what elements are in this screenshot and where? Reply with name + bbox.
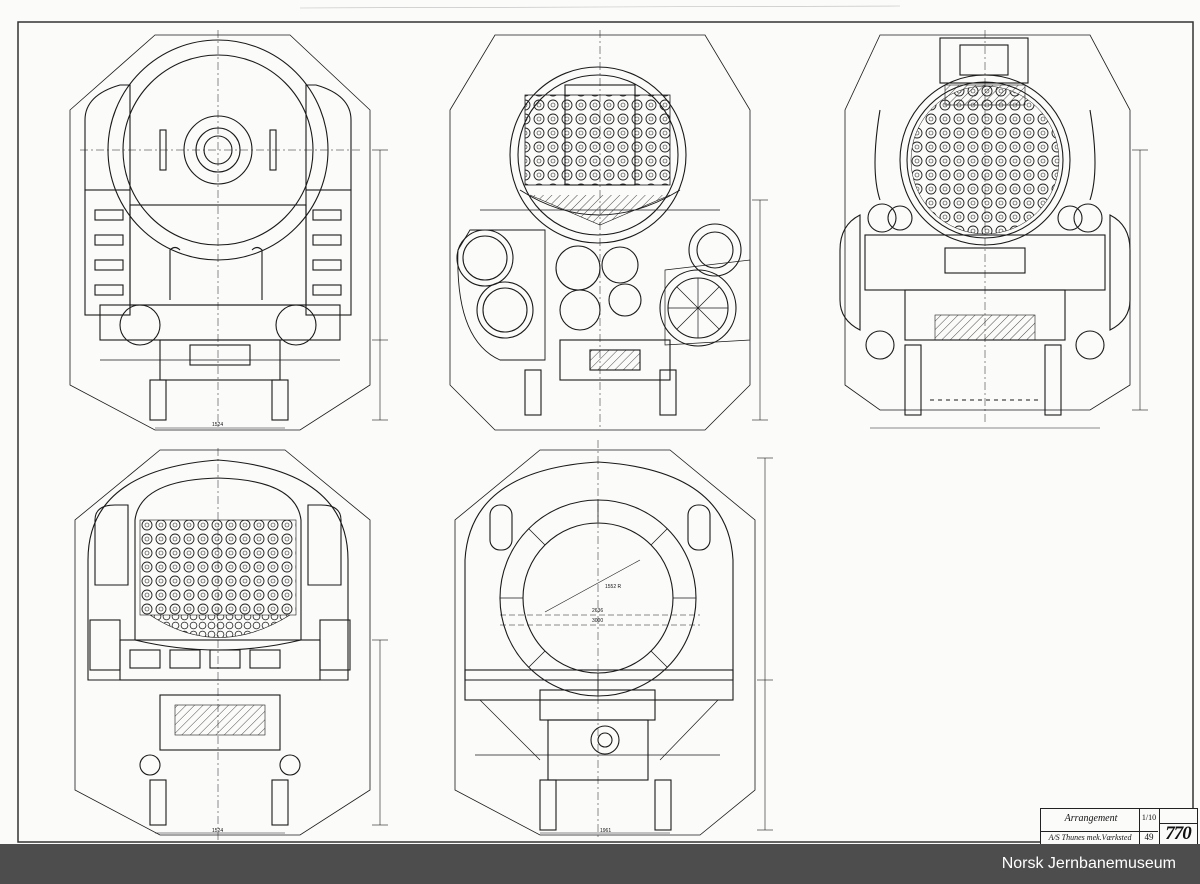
firebox-section-view	[74, 448, 388, 840]
engineering-drawing: 1552 R 2636 3000 1524 1961 1524	[17, 5, 1194, 843]
drawing-scale: 1/10	[1141, 813, 1157, 822]
drawing-sheet: 1552 R 2636 3000 1524 1961 1524 Arrangem…	[0, 0, 1200, 846]
dim-rear-circle: 1552 R	[605, 584, 622, 590]
museum-credit: Norsk Jernbanemuseum	[1001, 855, 1176, 872]
rear-elevation-view	[454, 440, 773, 840]
smokebox-section-view	[449, 30, 768, 431]
tubeplate-section-view	[839, 30, 1148, 429]
dim-section-base: 1961	[600, 828, 611, 834]
dim-firebox-base: 1524	[212, 828, 223, 834]
manufacturer-name: A/S Thunes mek.Værksted	[1041, 831, 1139, 842]
footer-bar: Norsk Jernbanemuseum	[0, 844, 1200, 884]
dim-rear-w1: 2636	[592, 608, 603, 614]
sheet-number: 49	[1140, 831, 1158, 842]
drawing-title: Arrangement	[1064, 813, 1118, 824]
title-block: Arrangement A/S Thunes mek.Værksted 1/10…	[1040, 808, 1198, 846]
front-elevation-view	[69, 30, 388, 431]
dim-front-base: 1524	[212, 422, 223, 428]
dim-rear-w2: 3000	[592, 618, 603, 624]
drawing-number: 770	[1165, 823, 1192, 844]
